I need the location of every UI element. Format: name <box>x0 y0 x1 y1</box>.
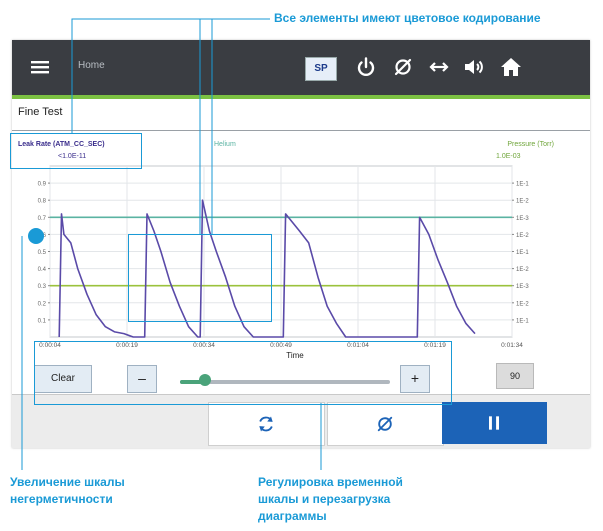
left-tick-label: 0.4 <box>38 267 47 273</box>
right-tick-label: 1E-2 <box>516 199 529 205</box>
pause-button[interactable] <box>442 402 547 444</box>
top-bar: Home SP <box>12 40 590 99</box>
right-tick-label: 1E-3 <box>516 216 529 222</box>
highlight-time-controls <box>34 341 452 405</box>
home-icon[interactable] <box>499 55 523 79</box>
power-icon[interactable] <box>354 55 378 79</box>
page-title: Fine Test <box>18 106 63 118</box>
right-tick-label: 1E-1 <box>516 250 529 256</box>
left-tick-label: 0.5 <box>38 250 47 256</box>
right-tick-label: 1E-2 <box>516 267 529 273</box>
right-tick-label: 1E-1 <box>516 318 529 324</box>
highlight-leak-axis <box>10 133 142 169</box>
infographic: Все элементы имеют цветовое кодирование … <box>0 0 603 531</box>
callout-time-scale: Регулировка временной шкалы и перезагруз… <box>258 475 403 523</box>
right-axis-ticks: 1E-1 1E-2 1E-3 1E-2 1E-1 1E-2 1E-3 1E-2 1E-1 <box>512 182 529 324</box>
reload-chart-button[interactable] <box>208 402 325 446</box>
highlight-chart-region <box>128 234 272 322</box>
null-icon <box>377 416 393 432</box>
callout-color-coding: Все элементы имеют цветовое кодирование <box>274 11 541 25</box>
divider <box>12 130 590 131</box>
value-display: 90 <box>496 363 534 389</box>
right-tick-label: 1E-3 <box>516 284 529 290</box>
right-tick-label: 1E-1 <box>516 182 529 188</box>
null-icon[interactable] <box>391 55 415 79</box>
x-tick-label: 0:01:34 <box>501 342 523 349</box>
left-tick-label: 0.3 <box>38 284 47 290</box>
arrows-horizontal-icon[interactable] <box>427 55 451 79</box>
left-tick-label: 0.7 <box>38 216 47 222</box>
callout-leak-scale: Увеличение шкалы негерметичности <box>10 475 125 506</box>
null-button[interactable] <box>327 402 444 446</box>
speaker-icon[interactable] <box>462 55 486 79</box>
right-axis-label: Pressure (Torr) <box>507 141 554 148</box>
chart-grid <box>49 165 513 338</box>
right-axis-scale: 1.0E-03 <box>496 153 521 160</box>
refresh-icon <box>259 416 273 432</box>
hamburger-icon[interactable] <box>28 55 52 79</box>
left-tick-label: 0.8 <box>38 199 47 205</box>
middle-label: Helium <box>214 141 236 148</box>
sp-button[interactable]: SP <box>305 57 337 81</box>
left-tick-label: 0.6 <box>38 233 47 239</box>
left-axis-ticks: 0.9 0.8 0.7 0.6 0.5 0.4 0.3 0.2 0.1 <box>38 182 50 324</box>
home-label: Home <box>78 60 105 71</box>
left-tick-label: 0.2 <box>38 301 47 307</box>
pause-icon <box>489 416 499 430</box>
right-tick-label: 1E-2 <box>516 301 529 307</box>
left-tick-label: 0.9 <box>38 182 47 188</box>
right-tick-label: 1E-2 <box>516 233 529 239</box>
left-tick-label: 0.1 <box>38 318 47 324</box>
